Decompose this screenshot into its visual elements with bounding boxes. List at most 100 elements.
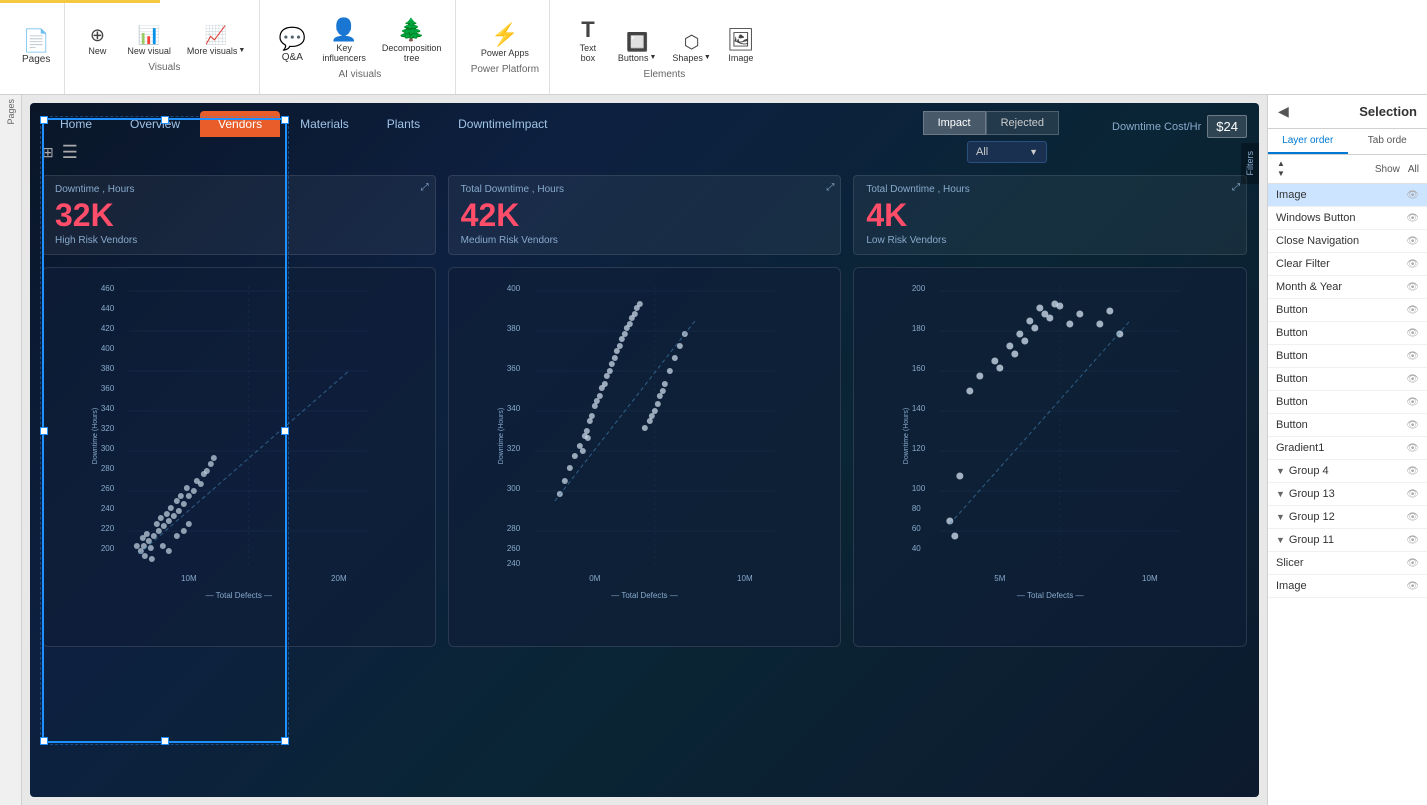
show-label: Show: [1375, 164, 1400, 175]
expand-icon-2[interactable]: ⤢: [1232, 182, 1240, 193]
chart-high-risk[interactable]: 460 440 420 400 380 360 340 320 300 280 …: [42, 267, 436, 647]
tab-downtime-impact[interactable]: DowntimeImpact: [440, 111, 565, 137]
tab-overview[interactable]: Overview: [112, 111, 198, 137]
canvas-area[interactable]: Home Overview Vendors Materials Plants D…: [22, 95, 1267, 805]
layer-item-close-nav[interactable]: Close Navigation 👁: [1268, 230, 1427, 253]
text-box-button[interactable]: T Textbox: [568, 15, 608, 67]
layer-item-button-6[interactable]: Button 👁: [1268, 414, 1427, 437]
shapes-button[interactable]: ⬡ Shapes ▼: [666, 29, 716, 67]
move-up-button[interactable]: ▲: [1276, 159, 1286, 169]
tab-materials[interactable]: Materials: [282, 111, 367, 137]
eye-icon-6[interactable]: 👁: [1406, 328, 1419, 339]
layer-item-button-4[interactable]: Button 👁: [1268, 368, 1427, 391]
layer-item-button-5[interactable]: Button 👁: [1268, 391, 1427, 414]
power-apps-button[interactable]: ⚡ Power Apps: [475, 20, 535, 62]
image-button[interactable]: 🖼 Image: [721, 25, 761, 67]
tab-plants[interactable]: Plants: [369, 111, 438, 137]
panel-collapse-button[interactable]: ◀: [1278, 103, 1289, 120]
svg-text:Downtime (Hours): Downtime (Hours): [498, 408, 505, 464]
svg-text:100: 100: [912, 484, 926, 493]
metric-label-0: Downtime , Hours: [55, 184, 423, 195]
menu-icon[interactable]: ☰: [62, 142, 78, 163]
decomposition-button[interactable]: 🌲 Decompositiontree: [376, 15, 448, 67]
filter-icon[interactable]: ⊞: [42, 144, 54, 161]
chart-low-risk[interactable]: 200 180 160 140 120 100 80 60 40: [853, 267, 1247, 647]
resize-handle-bm[interactable]: [161, 737, 169, 745]
layer-item-group12[interactable]: ▼ Group 12 👁: [1268, 506, 1427, 529]
decomposition-icon: 🌲: [398, 19, 425, 41]
tab-home[interactable]: Home: [42, 111, 110, 137]
scatter-chart-1: 400 380 360 340 320 300 280 260 240: [457, 276, 833, 596]
new-visual-button[interactable]: 📊 New visual: [121, 22, 177, 60]
buttons-button[interactable]: 🔲 Buttons ▼: [612, 29, 662, 67]
svg-text:260: 260: [507, 544, 521, 553]
eye-icon-3[interactable]: 👁: [1406, 259, 1419, 270]
eye-icon-11[interactable]: 👁: [1406, 443, 1419, 454]
svg-text:Downtime (Hours): Downtime (Hours): [903, 408, 910, 464]
expand-icon-0[interactable]: ⤢: [421, 182, 429, 193]
expand-icon-1[interactable]: ⤢: [826, 182, 834, 193]
chart-medium-risk[interactable]: 400 380 360 340 320 300 280 260 240: [448, 267, 842, 647]
eye-icon-2[interactable]: 👁: [1406, 236, 1419, 247]
layer-item-image-top[interactable]: Image 👁: [1268, 184, 1427, 207]
layer-item-group11[interactable]: ▼ Group 11 👁: [1268, 529, 1427, 552]
eye-icon-16[interactable]: 👁: [1406, 558, 1419, 569]
eye-icon-1[interactable]: 👁: [1406, 213, 1419, 224]
svg-text:400: 400: [101, 344, 115, 353]
layer-item-group4[interactable]: ▼ Group 4 👁: [1268, 460, 1427, 483]
svg-text:360: 360: [507, 364, 521, 373]
layer-item-windows-button[interactable]: Windows Button 👁: [1268, 207, 1427, 230]
eye-icon-15[interactable]: 👁: [1406, 535, 1419, 546]
layer-item-slicer[interactable]: Slicer 👁: [1268, 552, 1427, 575]
svg-text:340: 340: [101, 404, 115, 413]
tab-layer-order[interactable]: Layer order: [1268, 129, 1348, 154]
eye-icon-10[interactable]: 👁: [1406, 420, 1419, 431]
metric-label-1: Total Downtime , Hours: [461, 184, 829, 195]
layer-item-image-bottom[interactable]: Image 👁: [1268, 575, 1427, 598]
tab-tab-order[interactable]: Tab orde: [1348, 129, 1427, 154]
filter-dropdown[interactable]: All ▼: [967, 141, 1047, 163]
eye-icon-17[interactable]: 👁: [1406, 581, 1419, 592]
svg-text:280: 280: [101, 464, 115, 473]
new-item-icon: ⊕: [90, 26, 105, 44]
resize-handle-br[interactable]: [281, 737, 289, 745]
pages-icon: 📄: [22, 30, 49, 52]
eye-icon-8[interactable]: 👁: [1406, 374, 1419, 385]
tab-vendors[interactable]: Vendors: [200, 111, 280, 137]
eye-icon-5[interactable]: 👁: [1406, 305, 1419, 316]
expand-icon-group13: ▼: [1276, 489, 1285, 499]
svg-text:5M: 5M: [995, 574, 1006, 583]
layer-item-button-2[interactable]: Button 👁: [1268, 322, 1427, 345]
layer-item-gradient1[interactable]: Gradient1 👁: [1268, 437, 1427, 460]
layer-item-button-1[interactable]: Button 👁: [1268, 299, 1427, 322]
resize-handle-bl[interactable]: [40, 737, 48, 745]
svg-text:280: 280: [507, 524, 521, 533]
eye-icon-9[interactable]: 👁: [1406, 397, 1419, 408]
new-item-button[interactable]: ⊕ New: [77, 22, 117, 60]
eye-icon-7[interactable]: 👁: [1406, 351, 1419, 362]
eye-icon-0[interactable]: 👁: [1406, 190, 1419, 201]
dropdown-arrow-icon: ▼: [1029, 147, 1038, 157]
impact-button[interactable]: Impact: [923, 111, 986, 135]
qa-button[interactable]: 💬 Q&A: [272, 24, 312, 67]
layer-item-group13[interactable]: ▼ Group 13 👁: [1268, 483, 1427, 506]
qa-icon: 💬: [279, 28, 306, 50]
move-down-button[interactable]: ▼: [1276, 169, 1286, 179]
power-apps-icon: ⚡: [491, 24, 518, 46]
layer-item-button-3[interactable]: Button 👁: [1268, 345, 1427, 368]
rejected-button[interactable]: Rejected: [986, 111, 1059, 135]
layer-item-clear-filter[interactable]: Clear Filter 👁: [1268, 253, 1427, 276]
toolbar-section-pages: 📄 Pages: [8, 0, 65, 94]
eye-icon-4[interactable]: 👁: [1406, 282, 1419, 293]
eye-icon-14[interactable]: 👁: [1406, 512, 1419, 523]
layer-item-month-year[interactable]: Month & Year 👁: [1268, 276, 1427, 299]
new-visual-icon: 📊: [138, 26, 160, 44]
toolbar-section-power: ⚡ Power Apps Power Platform: [460, 0, 550, 94]
eye-icon-13[interactable]: 👁: [1406, 489, 1419, 500]
more-visuals-button[interactable]: 📈 More visuals ▼: [181, 22, 251, 60]
svg-text:380: 380: [101, 364, 115, 373]
key-influencers-button[interactable]: 👤 Keyinfluencers: [316, 15, 372, 67]
svg-text:160: 160: [912, 364, 926, 373]
pages-button[interactable]: 📄 Pages: [16, 26, 56, 69]
eye-icon-12[interactable]: 👁: [1406, 466, 1419, 477]
